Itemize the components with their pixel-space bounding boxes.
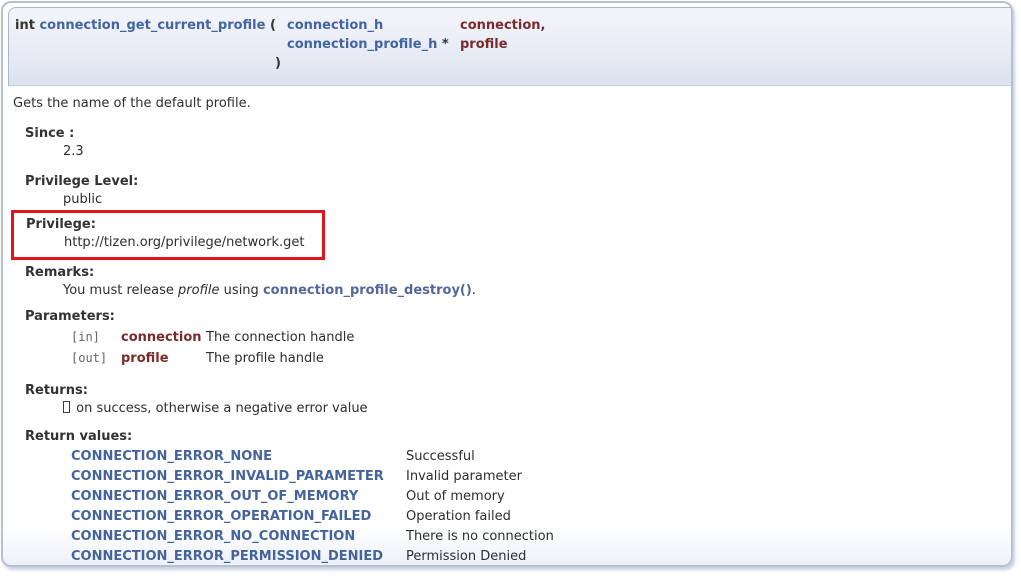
function-signature: int connection_get_current_profile ( con… <box>8 7 1011 86</box>
signature-empty-cell <box>287 54 460 73</box>
error-code-link[interactable]: CONNECTION_ERROR_OPERATION_FAILED <box>71 509 371 524</box>
param-description: The connection handle <box>206 328 999 348</box>
remarks-text-after: . <box>472 283 476 298</box>
signature-empty-cell <box>460 54 1001 73</box>
function-name-link[interactable]: connection_get_current_profile <box>39 18 265 33</box>
table-row-cell: CONNECTION_ERROR_INVALID_PARAMETER <box>71 467 406 487</box>
privilege-level-label: Privilege Level: <box>25 174 999 190</box>
param-direction: [in] <box>71 327 121 347</box>
param-direction: [out] <box>71 348 121 368</box>
function-doc-body: Gets the name of the default profile. Si… <box>3 86 1011 567</box>
param-type-cell: connection_h <box>287 16 460 35</box>
return-values-table: CONNECTION_ERROR_NONE Successful CONNECT… <box>71 447 999 567</box>
param-name: profile <box>121 349 206 369</box>
privilege-level-value: public <box>63 192 999 208</box>
table-row-cell: CONNECTION_ERROR_OUT_OF_MEMORY <box>71 487 406 507</box>
function-brief-description: Gets the name of the default profile. <box>13 96 999 112</box>
since-value: 2.3 <box>63 144 999 160</box>
param-name: connection <box>121 328 206 348</box>
param-name: connection, <box>460 18 545 33</box>
privilege-value: http://tizen.org/privilege/network.get <box>64 235 304 251</box>
error-code-link[interactable]: CONNECTION_ERROR_OUT_OF_MEMORY <box>71 489 358 504</box>
signature-name-cell: int connection_get_current_profile ( <box>15 16 287 35</box>
error-code-link[interactable]: CONNECTION_ERROR_NO_CONNECTION <box>71 529 355 544</box>
error-description: Permission Denied <box>406 547 999 567</box>
parameters-table: [in] connection The connection handle [o… <box>71 327 999 369</box>
returns-label: Returns: <box>25 383 999 399</box>
param-description: The profile handle <box>206 349 999 369</box>
remarks-emphasis-profile: profile <box>178 283 220 298</box>
error-description: Out of memory <box>406 487 999 507</box>
param-type-link-connection-h[interactable]: connection_h <box>287 18 383 33</box>
error-description: Successful <box>406 447 999 467</box>
signature-table: int connection_get_current_profile ( con… <box>15 16 1001 73</box>
param-type-cell: connection_profile_h * <box>287 35 460 54</box>
signature-empty-cell <box>15 35 287 54</box>
remarks-label: Remarks: <box>25 265 999 281</box>
connection-profile-destroy-link[interactable]: connection_profile_destroy() <box>263 283 472 298</box>
table-row-cell: CONNECTION_ERROR_NO_CONNECTION <box>71 527 406 547</box>
error-code-link[interactable]: CONNECTION_ERROR_INVALID_PARAMETER <box>71 469 384 484</box>
privilege-label: Privilege: <box>26 217 304 233</box>
open-paren: ( <box>270 18 276 33</box>
error-description: There is no connection <box>406 527 999 547</box>
table-row-cell: CONNECTION_ERROR_PERMISSION_DENIED <box>71 547 406 567</box>
returns-value: 0 on success, otherwise a negative error… <box>63 401 999 417</box>
return-values-label: Return values: <box>25 429 999 445</box>
pointer-symbol: * <box>442 37 449 52</box>
error-code-link[interactable]: CONNECTION_ERROR_PERMISSION_DENIED <box>71 549 383 564</box>
error-code-link[interactable]: CONNECTION_ERROR_NONE <box>71 449 272 464</box>
param-name-cell: connection, <box>460 16 1001 35</box>
parameters-label: Parameters: <box>25 309 999 325</box>
param-name-cell: profile <box>460 35 1001 54</box>
returns-zero-glyph: 0 <box>63 401 70 413</box>
since-label: Since : <box>25 126 999 142</box>
param-name: profile <box>460 37 508 52</box>
table-row-cell: CONNECTION_ERROR_NONE <box>71 447 406 467</box>
function-doc-panel: int connection_get_current_profile ( con… <box>1 1 1013 567</box>
close-paren: ) <box>275 56 281 71</box>
table-row-cell: CONNECTION_ERROR_OPERATION_FAILED <box>71 507 406 527</box>
returns-text: on success, otherwise a negative error v… <box>72 401 368 416</box>
error-description: Invalid parameter <box>406 467 999 487</box>
remarks-text-middle: using <box>220 283 263 298</box>
remarks-text-before: You must release <box>63 283 178 298</box>
return-type: int <box>15 18 35 33</box>
error-description: Operation failed <box>406 507 999 527</box>
privilege-highlight-box: Privilege: http://tizen.org/privilege/ne… <box>11 210 325 260</box>
remarks-text: You must release profile using connectio… <box>63 283 999 299</box>
param-type-link-connection-profile-h[interactable]: connection_profile_h <box>287 37 437 52</box>
close-paren-cell: ) <box>15 54 287 73</box>
